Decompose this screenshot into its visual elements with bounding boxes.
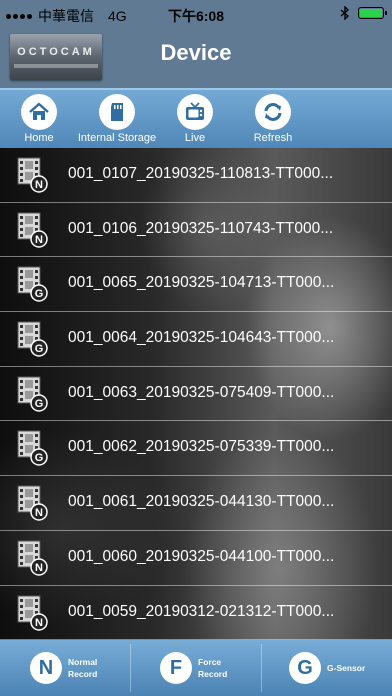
file-type-badge: G — [35, 398, 44, 410]
file-name: 001_0062_20190325-075339-TT000... — [68, 438, 335, 456]
file-row[interactable]: N 001_0059_20190312-021312-TT000... — [0, 586, 392, 640]
file-name: 001_0059_20190312-021312-TT000... — [68, 602, 335, 620]
file-row[interactable]: G 001_0063_20190325-075409-TT000... — [0, 367, 392, 422]
file-row[interactable]: G 001_0064_20190325-104643-TT000... — [0, 312, 392, 367]
video-file-icon: N — [17, 212, 48, 248]
file-type-badge: G — [35, 343, 44, 355]
file-name: 001_0063_20190325-075409-TT000... — [68, 383, 335, 401]
refresh-button[interactable]: Refresh — [228, 94, 318, 144]
normal-record-label: Normal Record — [68, 657, 98, 679]
normal-record-button[interactable]: N Normal Record — [30, 640, 97, 696]
video-file-icon: G — [17, 321, 48, 357]
file-type-badge: G — [35, 288, 44, 300]
bottom-bar: N Normal Record F Force Record G G-Senso… — [0, 640, 392, 696]
status-right — [340, 6, 387, 20]
video-file-icon: N — [17, 595, 48, 631]
force-record-label: Force Record — [198, 657, 228, 679]
bluetooth-icon — [340, 6, 350, 20]
file-row[interactable]: N 001_0106_20190325-110743-TT000... — [0, 203, 392, 258]
bottom-divider — [130, 644, 131, 692]
file-name: 001_0064_20190325-104643-TT000... — [68, 329, 335, 347]
file-list: N 001_0107_20190325-110813-TT000... N 001_0… — [0, 148, 392, 640]
file-row[interactable]: N 001_0060_20190325-044100-TT000... — [0, 531, 392, 586]
force-record-icon: F — [160, 652, 192, 684]
refresh-icon — [255, 94, 291, 130]
file-type-badge: N — [35, 507, 43, 519]
battery-icon — [358, 7, 387, 19]
page-title: Device — [160, 40, 232, 65]
normal-record-icon: N — [30, 652, 62, 684]
internal-storage-label: Internal Storage — [77, 132, 157, 144]
internal-storage-button[interactable]: Internal Storage — [72, 94, 162, 144]
video-file-icon: N — [17, 485, 48, 521]
file-name: 001_0106_20190325-110743-TT000... — [68, 219, 334, 237]
g-sensor-button[interactable]: G G-Sensor — [289, 640, 365, 696]
file-name: 001_0061_20190325-044130-TT000... — [68, 493, 335, 511]
video-file-icon: G — [17, 376, 48, 412]
file-row[interactable]: G 001_0062_20190325-075339-TT000... — [0, 421, 392, 477]
video-file-icon: G — [17, 430, 48, 467]
file-type-badge: N — [35, 179, 43, 191]
video-file-icon: N — [17, 157, 48, 193]
file-row[interactable]: N 001_0061_20190325-044130-TT000... — [0, 476, 392, 531]
g-sensor-label: G-Sensor — [327, 663, 366, 673]
file-type-badge: N — [35, 562, 43, 574]
video-file-icon: G — [17, 266, 48, 303]
file-name: 001_0107_20190325-110813-TT000... — [68, 165, 334, 182]
file-name: 001_0065_20190325-104713-TT000... — [68, 274, 335, 292]
home-icon — [21, 94, 57, 130]
bottom-divider — [261, 644, 262, 692]
video-file-icon: N — [17, 540, 48, 576]
app-header: OCTOCAM Device — [0, 28, 392, 88]
file-type-badge: N — [35, 234, 43, 246]
file-name: 001_0060_20190325-044100-TT000... — [68, 547, 335, 565]
file-type-badge: N — [35, 617, 43, 629]
file-row[interactable]: N 001_0107_20190325-110813-TT000... — [0, 148, 392, 203]
tv-icon — [177, 94, 213, 130]
status-time: 下午6:08 — [167, 8, 225, 24]
file-row[interactable]: G 001_0065_20190325-104713-TT000... — [0, 257, 392, 313]
status-bar: 中華電信 4G 下午6:08 — [0, 0, 392, 28]
g-sensor-icon: G — [289, 652, 321, 684]
live-label: Live — [184, 132, 206, 144]
force-record-button[interactable]: F Force Record — [160, 640, 227, 696]
live-button[interactable]: Live — [150, 94, 240, 144]
toolbar: Home Internal Storage Live Refresh — [0, 88, 392, 148]
file-type-badge: G — [35, 452, 44, 464]
sd-card-icon — [99, 94, 135, 130]
refresh-label: Refresh — [253, 132, 293, 144]
